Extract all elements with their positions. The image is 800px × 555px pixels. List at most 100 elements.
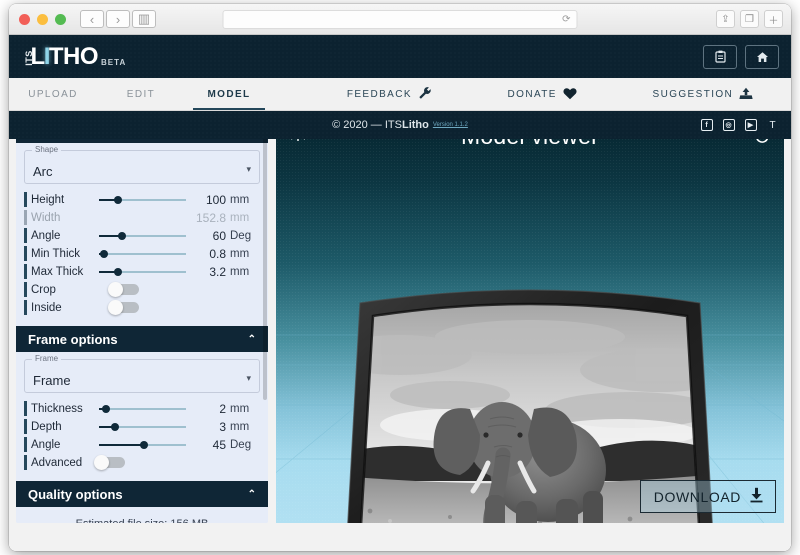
shape-select[interactable]: Shape Arc ▾ [24,145,260,184]
row-thickness-unit: mm [230,402,250,415]
row-min-thick-value: 0.8 [209,246,226,261]
panel-frame-options: Frame options ⌃ Frame Frame ▾ Thickness [16,326,268,478]
tabs-overview-icon[interactable]: ❐ [740,10,759,28]
youtube-icon[interactable]: ▶ [744,119,757,132]
browser-nav-group: ‹ › ▥ [80,10,156,28]
sidebar-toggle-icon[interactable]: ▥ [132,10,156,28]
row-advanced[interactable]: Advanced [24,454,260,471]
maximize-window-button[interactable] [55,13,66,25]
frame-angle-slider[interactable] [99,438,186,452]
width-spacer [99,211,186,225]
row-width-unit: mm [230,211,250,224]
row-advanced-label: Advanced [31,456,83,469]
row-max-thick-unit: mm [230,265,250,278]
row-frame-angle-label: Angle [31,438,61,451]
upload-tray-icon [739,87,753,102]
tab-edit[interactable]: EDIT [97,78,185,110]
row-min-thick[interactable]: Min Thick 0.8 mm [24,245,260,262]
copyright-text: © 2020 — ITSLitho [332,119,429,131]
row-depth-label: Depth [31,420,62,433]
row-min-thick-label: Min Thick [31,247,80,260]
estimated-file-size: Estimated file size: 156 MB [24,514,260,523]
wrench-icon [418,86,432,102]
panel-shape-body: Shape Arc ▾ Height 100 mm Width 152.8 mm… [16,143,268,323]
panel-quality-title: Quality options [28,486,123,502]
options-sidebar[interactable]: Shape options ⌃ Shape Arc ▾ Height [16,117,268,523]
reload-icon[interactable]: ⟳ [562,14,570,25]
tab-edit-label: EDIT [126,88,156,100]
row-height[interactable]: Height 100 mm [24,191,260,208]
suggestion-label: SUGGESTION [652,88,734,100]
suggestion-link[interactable]: SUGGESTION [653,87,754,102]
itslitho-logo[interactable]: ITS LITHO BETA [21,42,127,70]
row-frame-angle[interactable]: Angle 45 Deg [24,436,260,453]
share-icon[interactable]: ⇪ [716,10,735,28]
back-icon[interactable]: ‹ [80,10,104,28]
download-button[interactable]: DOWNLOAD [639,480,776,513]
max-thick-slider[interactable] [99,265,186,279]
inside-toggle[interactable] [108,300,139,315]
instagram-icon[interactable]: ◎ [722,119,735,132]
row-max-thick[interactable]: Max Thick 3.2 mm [24,263,260,280]
panel-quality-header[interactable]: Quality options ⌃ [16,481,268,507]
panel-frame-header[interactable]: Frame options ⌃ [16,326,268,352]
browser-chrome: ‹ › ▥ ⟳ ⇪ ❐ ＋ [9,4,791,35]
minimize-window-button[interactable] [37,13,48,25]
row-frame-angle-value: 45 [212,437,226,452]
model-viewer[interactable]: Model viewer [276,117,784,523]
row-angle[interactable]: Angle 60 Deg [24,227,260,244]
logo-beta-tag: BETA [101,57,127,67]
home-icon [756,51,768,62]
browser-chrome-right: ⇪ ❐ ＋ [716,10,783,28]
url-input[interactable]: ⟳ [222,9,578,29]
tab-model[interactable]: MODEL [185,78,273,110]
min-thick-slider[interactable] [99,247,186,261]
facebook-icon[interactable]: f [700,119,713,132]
row-depth-value: 3 [219,419,226,434]
crop-toggle[interactable] [108,282,139,297]
row-width-label: Width [31,211,61,224]
frame-select[interactable]: Frame Frame ▾ [24,354,260,393]
donate-link[interactable]: DONATE [508,87,577,102]
advanced-toggle[interactable] [94,455,125,470]
row-max-thick-label: Max Thick [31,265,84,278]
row-inside[interactable]: Inside [24,299,260,316]
panel-quality-options: Quality options ⌃ Estimated file size: 1… [16,481,268,523]
app-footer: © 2020 — ITSLitho Version 1.1.2 f ◎ ▶ T [9,111,791,139]
tab-upload-label: UPLOAD [28,88,78,100]
new-tab-icon[interactable]: ＋ [764,10,783,28]
tab-upload[interactable]: UPLOAD [9,78,97,110]
feedback-link[interactable]: FEEDBACK [347,86,432,102]
chevron-up-icon: ⌃ [247,333,256,345]
logo-wordmark: LITHO [30,42,99,70]
clipboard-button[interactable] [703,44,737,69]
panel-frame-title: Frame options [28,331,118,347]
row-min-thick-unit: mm [230,247,250,260]
row-thickness[interactable]: Thickness 2 mm [24,400,260,417]
download-icon [749,487,764,506]
row-crop-label: Crop [31,283,56,296]
window-traffic-lights [19,13,66,25]
thickness-slider[interactable] [99,402,186,416]
panel-shape-options: Shape options ⌃ Shape Arc ▾ Height [16,117,268,323]
row-depth[interactable]: Depth 3 mm [24,418,260,435]
row-thickness-value: 2 [219,401,226,416]
heart-icon [563,87,577,102]
home-button[interactable] [745,44,779,69]
angle-slider[interactable] [99,229,186,243]
version-link[interactable]: Version 1.1.2 [433,122,468,128]
forward-icon[interactable]: › [106,10,130,28]
social-links: f ◎ ▶ T [700,119,779,132]
clipboard-icon [714,50,726,63]
frame-select-value: Frame [33,373,71,388]
row-width: Width 152.8 mm [24,209,260,226]
row-crop[interactable]: Crop [24,281,260,298]
browser-window: ‹ › ▥ ⟳ ⇪ ❐ ＋ ITS LITHO BETA UPLOAD EDIT… [9,4,791,551]
height-slider[interactable] [99,193,186,207]
thingiverse-icon[interactable]: T [766,119,779,132]
app-header: ITS LITHO BETA [9,35,791,78]
row-angle-value: 60 [212,228,226,243]
close-window-button[interactable] [19,13,30,25]
sidebar-scrollbar[interactable] [263,119,267,521]
depth-slider[interactable] [99,420,186,434]
